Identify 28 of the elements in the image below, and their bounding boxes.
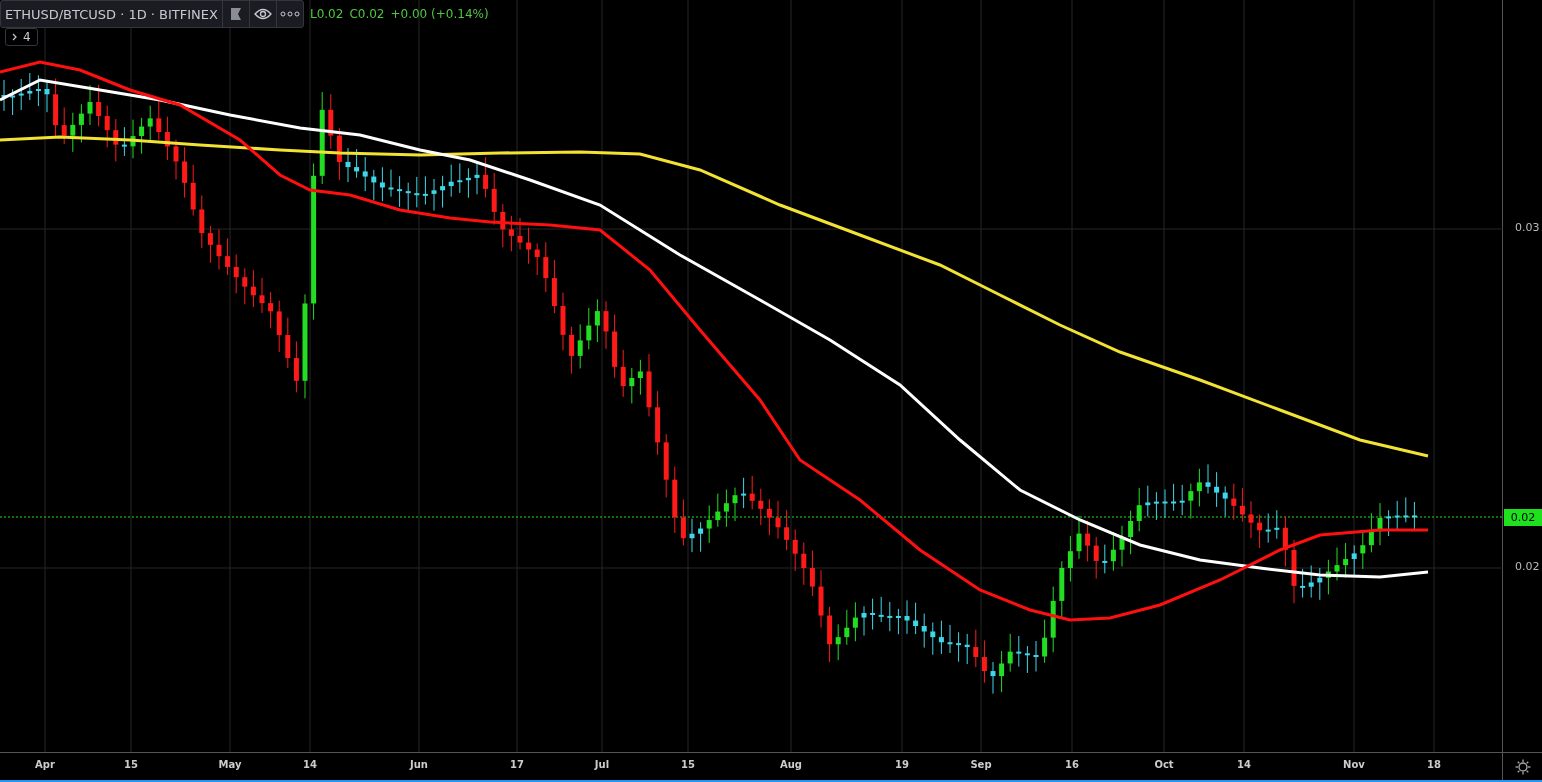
legend-value: +0.00 (+0.14%): [390, 7, 489, 21]
last-price-label: 0.02: [1504, 509, 1542, 526]
date-label: Aug: [779, 759, 803, 770]
date-label: Apr: [34, 759, 56, 770]
date-label: Oct: [1153, 759, 1175, 770]
date-label: 16: [1064, 759, 1080, 770]
chevron-icon: [12, 33, 18, 41]
price-label: 0.03: [1515, 221, 1540, 234]
legend-value: C0.02: [349, 7, 385, 21]
date-label: 14: [302, 759, 318, 770]
symbol-title[interactable]: ETHUSD/BTCUSD · 1D · BITFINEX: [1, 1, 222, 27]
date-label: 14: [1236, 759, 1252, 770]
date-label: Jun: [408, 759, 429, 770]
date-label: Nov: [1342, 759, 1366, 770]
more-icon[interactable]: [275, 1, 303, 27]
date-label: 15: [680, 759, 696, 770]
indicators-toggle[interactable]: 4: [5, 28, 38, 46]
date-label: Jul: [593, 759, 611, 770]
date-label: 15: [123, 759, 139, 770]
price-label: 0.02: [1515, 560, 1540, 573]
date-label: 18: [1426, 759, 1442, 770]
date-label: Sep: [969, 759, 993, 770]
date-label: 19: [894, 759, 910, 770]
date-label: 17: [509, 759, 525, 770]
symbol-panel[interactable]: ETHUSD/BTCUSD · 1D · BITFINEX: [0, 0, 304, 28]
date-label: May: [217, 759, 243, 770]
settings-icon[interactable]: [1514, 758, 1531, 775]
legend-value: L0.02: [309, 7, 344, 21]
